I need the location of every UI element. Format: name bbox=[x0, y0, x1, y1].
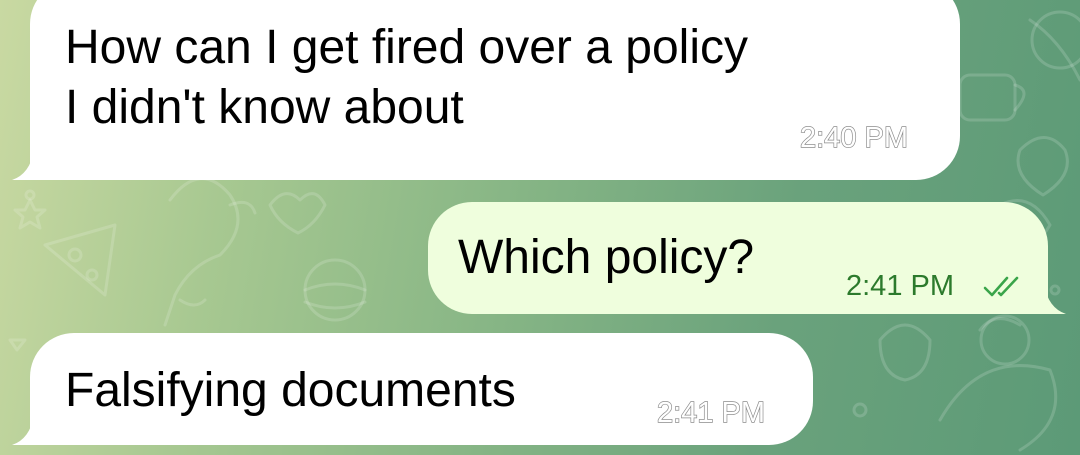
double-check-icon bbox=[983, 276, 1019, 297]
bubble-tail bbox=[1044, 284, 1066, 314]
message-bubble-outgoing[interactable]: Which policy? 2:41 PM bbox=[428, 202, 1066, 314]
message-bubble-incoming[interactable]: How can I get fired over a policy I didn… bbox=[12, 0, 960, 180]
message-line: I didn't know about bbox=[65, 81, 464, 134]
message-line: How can I get fired over a policy bbox=[65, 21, 748, 74]
message-text: Which policy? bbox=[458, 231, 755, 284]
message-bubble-incoming[interactable]: Falsifying documents 2:41 PM bbox=[12, 333, 813, 445]
message-timestamp: 2:41 PM bbox=[656, 397, 765, 429]
bubble-tail bbox=[12, 150, 34, 180]
message-text: How can I get fired over a policy I didn… bbox=[65, 18, 748, 138]
message-timestamp: 2:41 PM bbox=[846, 270, 954, 302]
message-text: Falsifying documents bbox=[65, 364, 516, 417]
bubble-tail bbox=[12, 415, 34, 445]
message-timestamp: 2:40 PM bbox=[799, 122, 908, 154]
